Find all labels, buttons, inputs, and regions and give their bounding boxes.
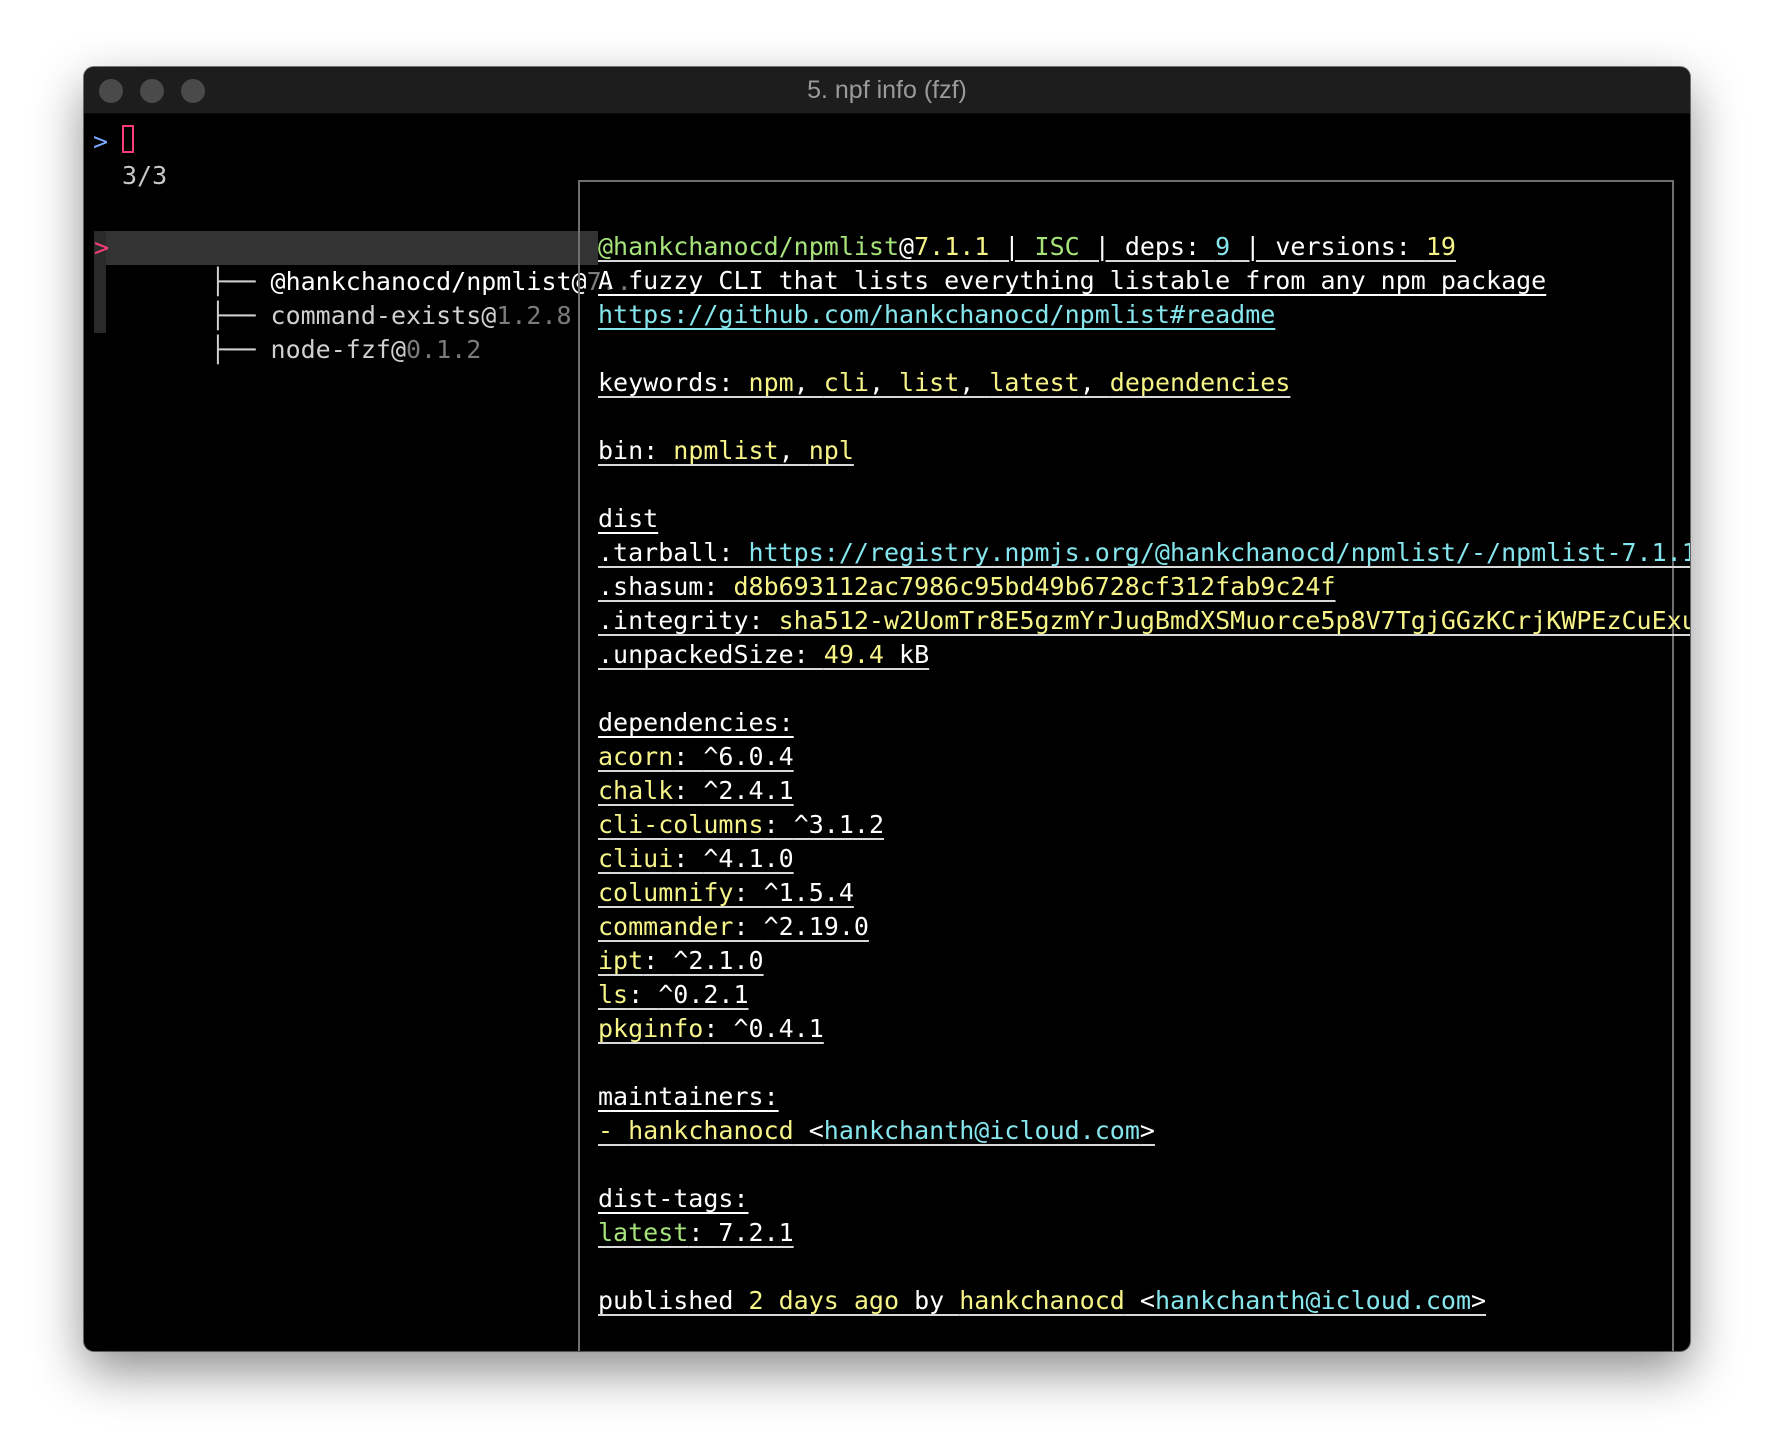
dependency-item: cliui: ^4.1.0 xyxy=(598,844,794,873)
dist-heading: dist xyxy=(598,504,659,533)
bin-line: bin: npmlist, npl xyxy=(598,436,854,465)
result-version: 0.1.2 xyxy=(406,335,482,364)
dependency-item: ipt: ^2.1.0 xyxy=(598,946,764,975)
result-name: node-fzf@ xyxy=(270,335,406,364)
result-row[interactable]: ├── @hankchanocd/npmlist@7.. xyxy=(120,231,631,296)
keyword: cli xyxy=(823,368,869,397)
result-row[interactable]: ├── node-fzf@0.1.2 xyxy=(120,299,481,364)
package-header: @hankchanocd/npmlist@7.1.1 | ISC | deps:… xyxy=(598,232,1456,261)
window-title: 5. npf info (fzf) xyxy=(807,76,967,104)
package-version: 7.1.1 xyxy=(914,232,990,261)
homepage-link[interactable]: https://github.com/hankchanocd/npmlist#r… xyxy=(598,300,1275,329)
dist-tarball: .tarball: https://registry.npmjs.org/@ha… xyxy=(598,536,1690,570)
keywords-line: keywords: npm, cli, list, latest, depend… xyxy=(598,368,1291,397)
dist-tag-version: 7.2.1 xyxy=(718,1218,794,1247)
preview-pane: @hankchanocd/npmlist@7.1.1 | ISC | deps:… xyxy=(578,180,1690,1351)
dist-tags-heading: dist-tags: xyxy=(598,1184,749,1213)
published-line: published 2 days ago by hankchanocd <han… xyxy=(598,1286,1487,1315)
result-version: 1.2.8 xyxy=(496,301,572,330)
query-input[interactable] xyxy=(122,125,134,153)
package-description: A fuzzy CLI that lists everything listab… xyxy=(598,266,1547,295)
terminal-window: 5. npf info (fzf) > 3/3 > ├── @hankchano… xyxy=(84,67,1690,1351)
dist-tag-item: latest: 7.2.1 xyxy=(598,1218,794,1247)
result-row[interactable]: ├── command-exists@1.2.8 xyxy=(120,265,571,330)
license: ISC xyxy=(1034,232,1080,261)
maintainers-heading: maintainers: xyxy=(598,1082,779,1111)
dist-shasum: .shasum: d8b693112ac7986c95bd49b6728cf31… xyxy=(598,572,1336,601)
dependencies-heading: dependencies: xyxy=(598,708,794,737)
publisher-email[interactable]: hankchanth@icloud.com xyxy=(1155,1286,1471,1315)
shasum-value: d8b693112ac7986c95bd49b6728cf312fab9c24f xyxy=(733,572,1336,601)
dependency-item: chalk: ^2.4.1 xyxy=(598,776,794,805)
prompt-symbol: > xyxy=(93,127,109,156)
maintainer-email[interactable]: hankchanth@icloud.com xyxy=(824,1116,1140,1145)
dist-unpacked-size: .unpackedSize: 49.4 kB xyxy=(598,640,930,669)
bin-name: npl xyxy=(808,436,854,465)
maintainer-name: hankchanocd xyxy=(628,1116,794,1145)
unpacked-size-value: 49.4 xyxy=(823,640,884,669)
tarball-link[interactable]: https://registry.npmjs.org/@hankchanocd/… xyxy=(749,538,1690,567)
dist-tag-name: latest xyxy=(598,1218,689,1247)
dependency-item: cli-columns: ^3.1.2 xyxy=(598,810,884,839)
tree-branch: ├── xyxy=(210,335,271,364)
integrity-value: sha512-w2UomTr8E5gzmYrJugBmdXSMuorce5p8V… xyxy=(778,606,1690,635)
deps-count: 9 xyxy=(1215,232,1231,261)
maintainer-item: - hankchanocd <hankchanth@icloud.com> xyxy=(598,1116,1155,1145)
terminal-content: > 3/3 > ├── @hankchanocd/npmlist@7.. ├──… xyxy=(84,114,1690,1351)
title-bar: 5. npf info (fzf) xyxy=(84,67,1690,114)
versions-count: 19 xyxy=(1425,232,1456,261)
package-name: @hankchanocd/npmlist xyxy=(598,232,900,261)
keyword: npm xyxy=(748,368,794,397)
dependency-item: pkginfo: ^0.4.1 xyxy=(598,1014,824,1043)
published-when: 2 days ago xyxy=(748,1286,900,1315)
match-counter: 3/3 xyxy=(122,161,168,190)
dependency-item: commander: ^2.19.0 xyxy=(598,912,869,941)
dist-integrity: .integrity: sha512-w2UomTr8E5gzmYrJugBmd… xyxy=(598,604,1690,638)
dependency-item: columnify: ^1.5.4 xyxy=(598,878,854,907)
keyword: latest xyxy=(989,368,1080,397)
publisher-name: hankchanocd xyxy=(959,1286,1125,1315)
keyword: dependencies xyxy=(1109,368,1291,397)
selection-marker: > xyxy=(94,233,110,262)
keyword: list xyxy=(899,368,960,397)
bin-name: npmlist xyxy=(673,436,779,465)
dependency-item: ls: ^0.2.1 xyxy=(598,980,749,1009)
dependency-item: acorn: ^6.0.4 xyxy=(598,742,794,771)
